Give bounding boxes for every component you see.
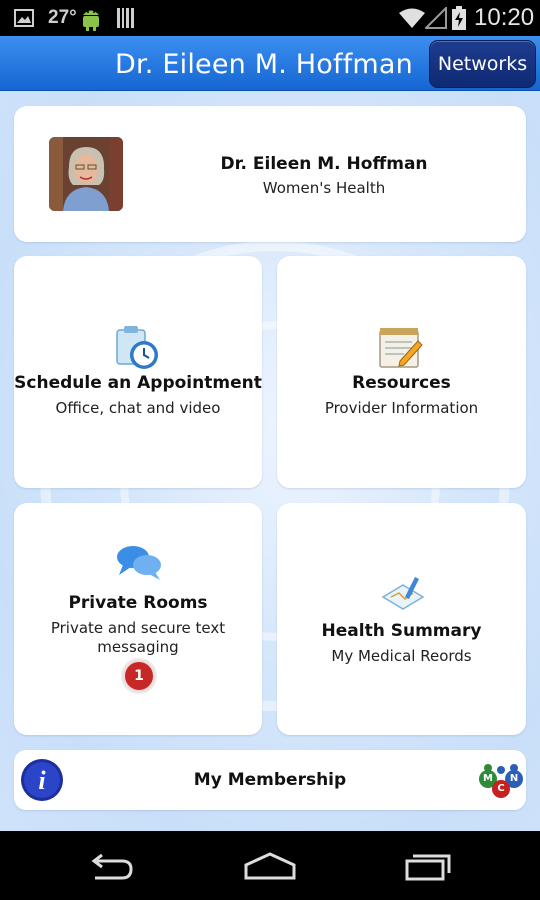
profile-card[interactable]: Dr. Eileen M. Hoffman Women's Health [14, 106, 526, 242]
svg-text:i: i [38, 766, 46, 795]
main-content: Dr. Eileen M. Hoffman Women's Health Sch… [0, 91, 540, 831]
chat-bubbles-icon [115, 543, 163, 583]
schedule-title: Schedule an Appointment [14, 373, 262, 393]
barcode-icon [116, 0, 136, 36]
private-rooms-title: Private Rooms [68, 593, 208, 613]
schedule-subtitle: Office, chat and video [55, 399, 221, 417]
clipboard-clock-icon [114, 324, 162, 372]
mcn-logo-icon: M C N [476, 762, 526, 802]
temperature: 27° [48, 7, 77, 28]
private-rooms-subtitle-line2: messaging [97, 638, 179, 656]
health-summary-subtitle: My Medical Reords [331, 647, 472, 665]
unread-count-badge: 1 [123, 660, 155, 692]
header-bar: Dr. Eileen M. Hoffman Networks [0, 36, 540, 91]
battery-charging-icon [451, 0, 467, 36]
resources-subtitle: Provider Information [324, 399, 479, 417]
status-bar: 27° 10:20 [0, 0, 540, 36]
signal-icon [425, 0, 447, 36]
logo-letter-c: C [497, 783, 505, 794]
info-icon[interactable]: i [20, 758, 64, 802]
schedule-appointment-tile[interactable]: Schedule an Appointment Office, chat and… [14, 256, 262, 488]
membership-label: My Membership [193, 770, 347, 790]
wifi-icon [398, 0, 426, 36]
notepad-pencil-icon [378, 325, 424, 369]
health-summary-tile[interactable]: Health Summary My Medical Reords [277, 503, 526, 735]
networks-button[interactable]: Networks [429, 40, 536, 88]
profile-name: Dr. Eileen M. Hoffman [220, 154, 428, 174]
chart-pen-icon [381, 575, 425, 615]
my-membership-bar[interactable]: i My Membership M C N [14, 750, 526, 810]
system-nav-bar [0, 831, 540, 900]
home-icon[interactable] [230, 841, 310, 891]
health-summary-title: Health Summary [321, 621, 482, 641]
logo-letter-m: M [483, 773, 493, 784]
logo-letter-n: N [509, 773, 519, 784]
page-title: Dr. Eileen M. Hoffman [114, 49, 413, 80]
image-icon [14, 0, 34, 36]
resources-title: Resources [352, 373, 451, 393]
private-rooms-subtitle-line1: Private and secure text [50, 619, 226, 637]
android-icon [80, 0, 102, 36]
private-rooms-tile[interactable]: Private Rooms Private and secure text me… [14, 503, 262, 735]
clock: 10:20 [474, 4, 535, 31]
doctor-avatar [49, 137, 123, 211]
back-icon[interactable] [72, 841, 152, 891]
resources-tile[interactable]: Resources Provider Information [277, 256, 526, 488]
profile-specialty: Women's Health [262, 179, 386, 197]
recents-icon[interactable] [388, 841, 468, 891]
